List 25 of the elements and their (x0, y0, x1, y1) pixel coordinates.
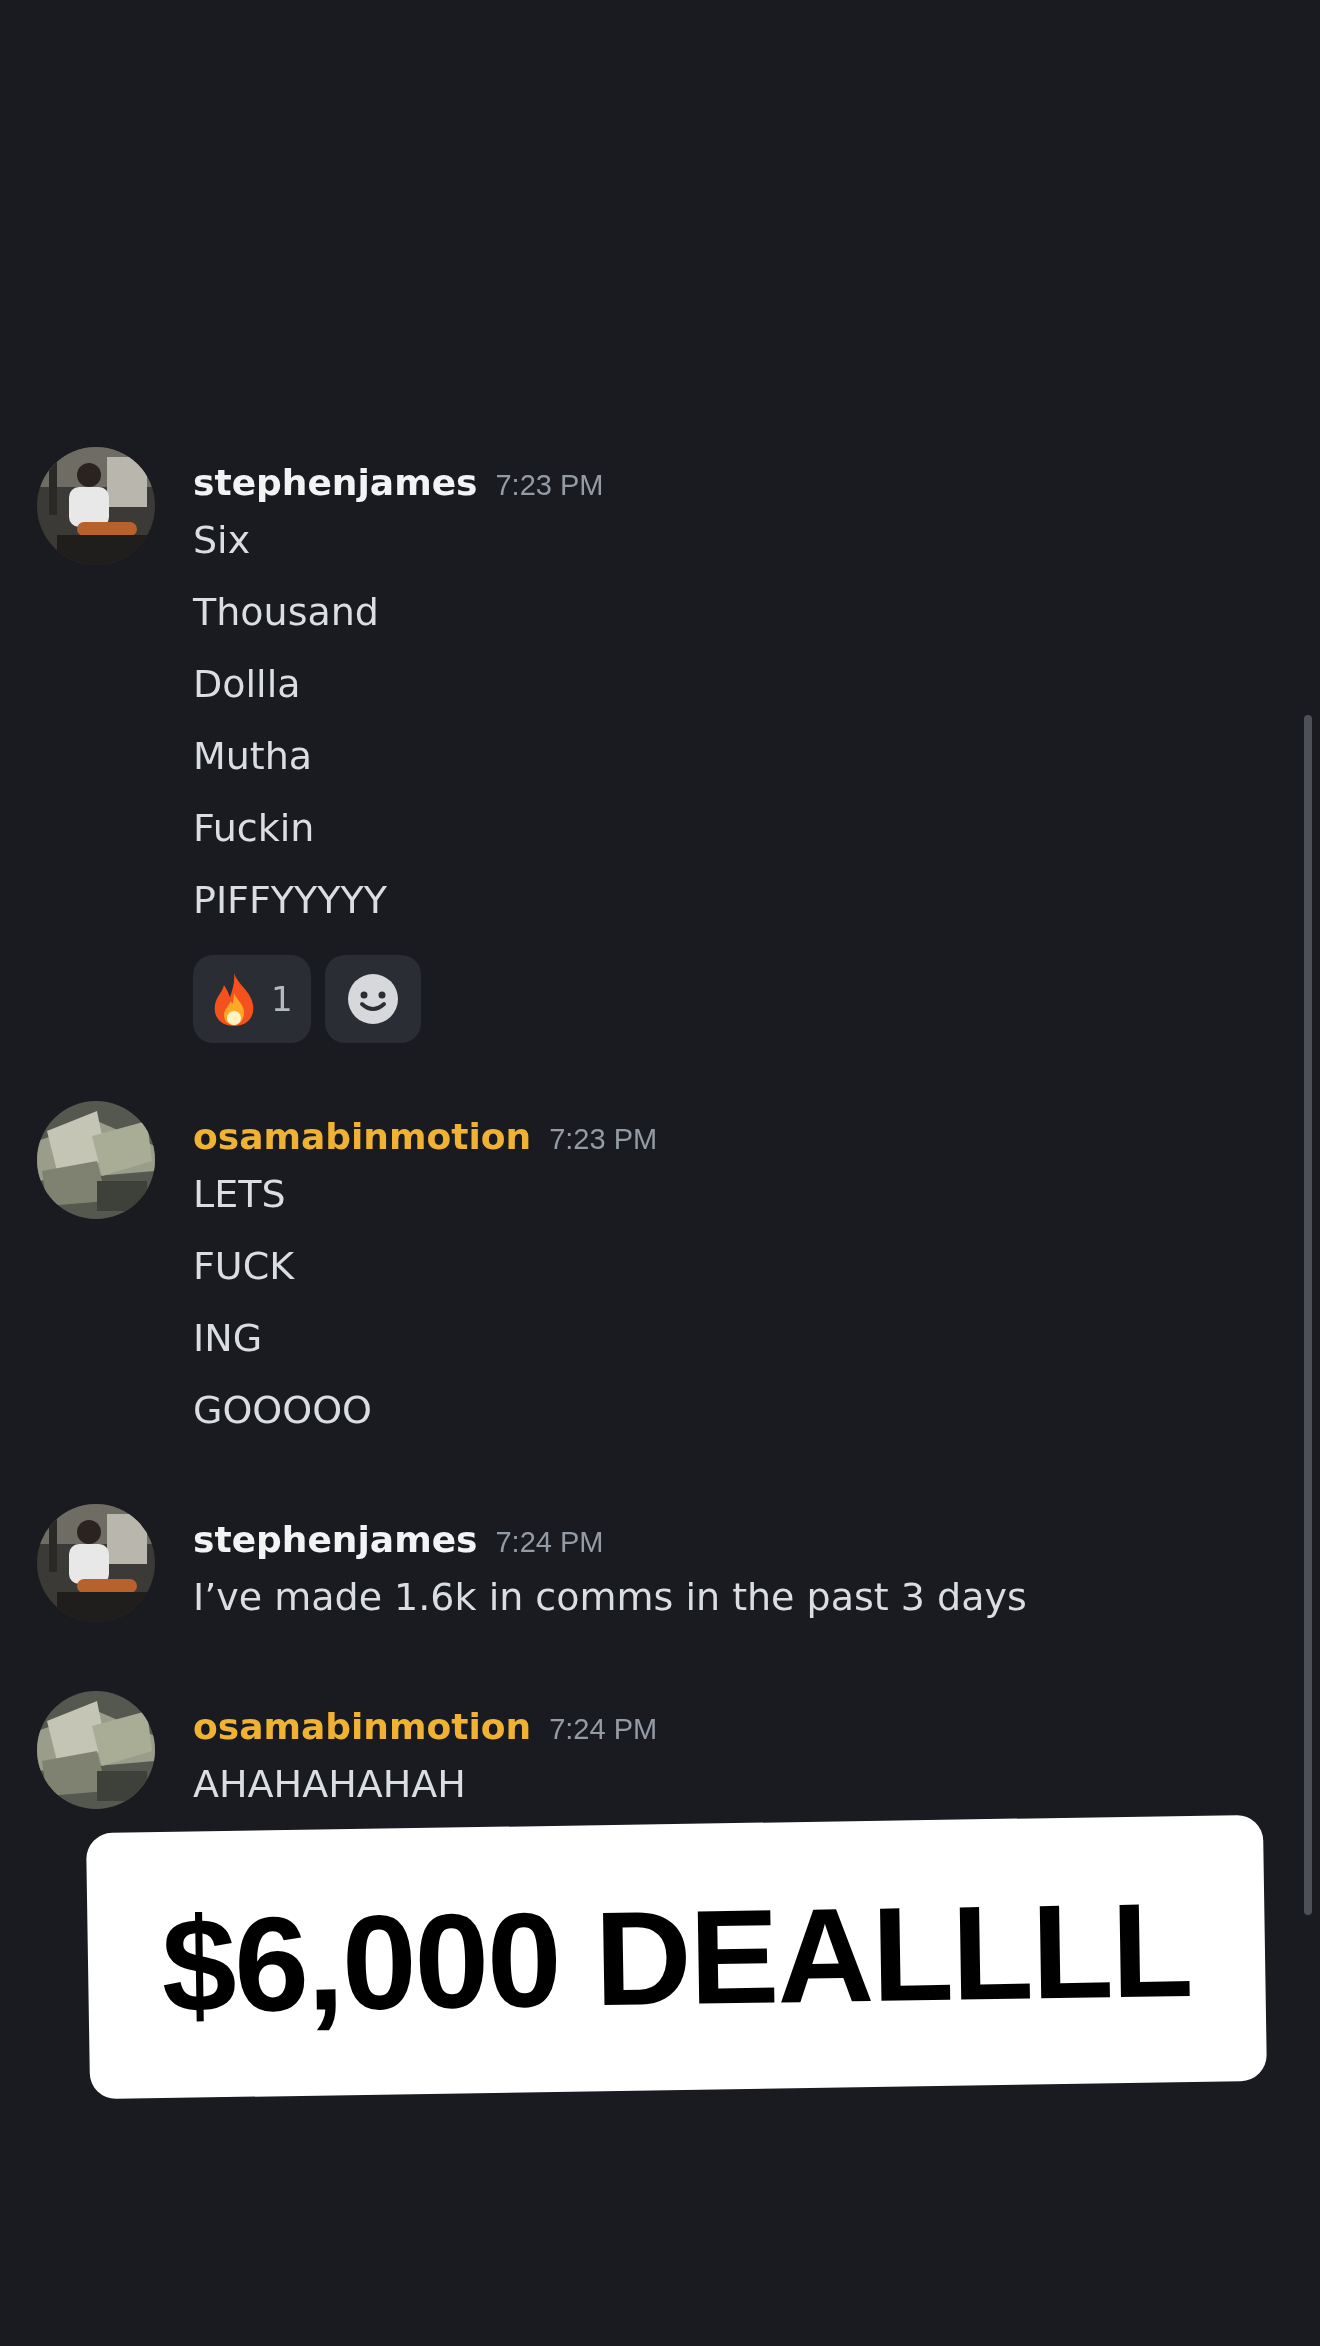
username[interactable]: osamabinmotion (193, 1706, 532, 1748)
message-text: I’ve made 1.6k in comms in the past 3 days (193, 1574, 1027, 1621)
smiley-icon (346, 973, 399, 1025)
scrollbar[interactable] (1304, 715, 1312, 1915)
message-text: LETS (193, 1171, 287, 1218)
username[interactable]: stephenjames (193, 1519, 478, 1561)
timestamp: 7:23 PM (495, 468, 604, 503)
caption-sticker: $6,000 DEALLLL (86, 1814, 1267, 2100)
username[interactable]: osamabinmotion (193, 1116, 532, 1158)
message-text: Thousand (193, 589, 380, 636)
message-text: Six (193, 517, 252, 564)
reaction-button[interactable]: 1 (193, 955, 311, 1043)
message-text: Fuckin (193, 805, 316, 852)
username[interactable]: stephenjames (193, 462, 478, 504)
message-text: GOOOOO (193, 1387, 373, 1434)
message-text: AHAHAHAHAH (193, 1761, 467, 1808)
message-text: PIFFYYYYY (193, 877, 388, 924)
add-reaction-button[interactable] (324, 955, 421, 1043)
timestamp: 7:23 PM (549, 1122, 658, 1157)
message-text: Dollla (193, 661, 302, 708)
message-text: ING (193, 1315, 264, 1362)
timestamp: 7:24 PM (549, 1712, 658, 1747)
message-text: FUCK (193, 1243, 296, 1290)
message-text: Mutha (193, 733, 314, 780)
timestamp: 7:24 PM (495, 1525, 604, 1560)
